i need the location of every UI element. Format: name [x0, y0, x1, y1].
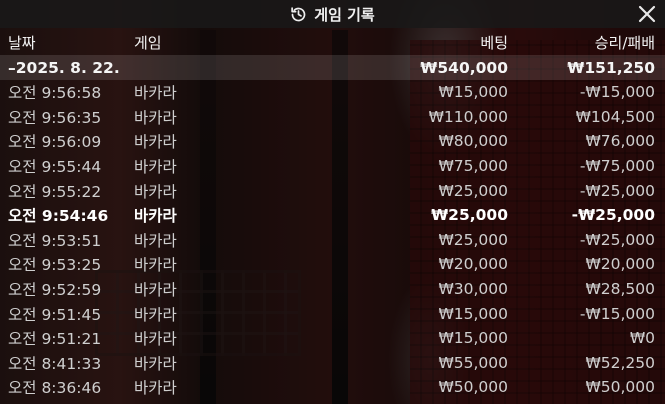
row-time: 오전 9:53:25: [8, 256, 102, 275]
column-header-game[interactable]: 게임: [134, 32, 162, 53]
table-row[interactable]: 오전 8:41:33 바카라 ₩55,000 ₩52,250: [0, 351, 665, 376]
history-table: 날짜 게임 베팅 승리/패배 –2025. 8. 22. ₩540,000 ₩1…: [0, 29, 665, 400]
row-game: 바카라: [134, 305, 177, 324]
row-result: -₩25,000: [571, 206, 655, 225]
row-bet: ₩75,000: [438, 157, 508, 176]
row-bet: ₩50,000: [438, 378, 508, 397]
row-result: ₩104,500: [575, 107, 655, 126]
table-row[interactable]: 오전 9:56:35 바카라 ₩110,000 ₩104,500: [0, 105, 665, 130]
row-result: ₩52,250: [585, 353, 655, 372]
row-time: 오전 9:51:45: [8, 305, 102, 324]
row-game: 바카라: [134, 281, 177, 300]
title-bar: 게임 기록: [0, 0, 665, 28]
row-bet: ₩15,000: [438, 83, 508, 102]
table-row[interactable]: 오전 9:51:45 바카라 ₩15,000 -₩15,000: [0, 301, 665, 326]
row-game: 바카라: [134, 207, 177, 226]
row-game: 바카라: [134, 379, 177, 398]
row-bet: ₩25,000: [431, 206, 508, 225]
table-row[interactable]: 오전 9:56:58 바카라 ₩15,000 -₩15,000: [0, 80, 665, 105]
row-result: ₩0: [629, 329, 655, 348]
row-bet: ₩80,000: [438, 132, 508, 151]
window-title: 게임 기록: [314, 5, 375, 24]
table-row[interactable]: 오전 9:55:44 바카라 ₩75,000 -₩75,000: [0, 154, 665, 179]
row-game: 바카라: [134, 354, 177, 373]
row-game: 바카라: [134, 182, 177, 201]
row-bet: ₩110,000: [428, 107, 508, 126]
row-time: 오전 8:36:46: [8, 379, 102, 398]
row-game: 바카라: [134, 84, 177, 103]
row-time: 오전 9:54:46: [8, 207, 109, 226]
history-icon: [290, 6, 307, 23]
table-row[interactable]: 오전 9:52:59 바카라 ₩30,000 ₩28,500: [0, 277, 665, 302]
row-result: ₩20,000: [585, 255, 655, 274]
row-time: 오전 8:41:33: [8, 354, 102, 373]
row-result: ₩50,000: [585, 378, 655, 397]
row-bet: ₩30,000: [438, 280, 508, 299]
row-result: ₩76,000: [585, 132, 655, 151]
row-time: 오전 9:56:09: [8, 133, 102, 152]
row-game: 바카라: [134, 231, 177, 250]
row-game: 바카라: [134, 158, 177, 177]
close-icon: [638, 5, 656, 23]
row-bet: ₩15,000: [438, 329, 508, 348]
row-game: 바카라: [134, 330, 177, 349]
table-row[interactable]: 오전 9:51:21 바카라 ₩15,000 ₩0: [0, 326, 665, 351]
row-bet: ₩25,000: [438, 230, 508, 249]
table-row[interactable]: 오전 9:56:09 바카라 ₩80,000 ₩76,000: [0, 129, 665, 154]
summary-result-total: ₩151,250: [567, 58, 655, 77]
row-bet: ₩20,000: [438, 255, 508, 274]
row-time: 오전 9:56:35: [8, 108, 102, 127]
row-result: -₩15,000: [579, 304, 655, 323]
table-row[interactable]: 오전 9:54:46 바카라 ₩25,000 -₩25,000: [0, 203, 665, 228]
row-game: 바카라: [134, 133, 177, 152]
summary-bet-total: ₩540,000: [420, 58, 508, 77]
row-bet: ₩15,000: [438, 304, 508, 323]
row-result: -₩25,000: [579, 181, 655, 200]
table-row[interactable]: 오전 9:53:51 바카라 ₩25,000 -₩25,000: [0, 228, 665, 253]
date-summary-row[interactable]: –2025. 8. 22. ₩540,000 ₩151,250: [0, 55, 665, 80]
row-time: 오전 9:51:21: [8, 330, 102, 349]
row-time: 오전 9:55:44: [8, 158, 102, 177]
summary-date: –2025. 8. 22.: [8, 58, 120, 77]
row-game: 바카라: [134, 256, 177, 275]
row-game: 바카라: [134, 108, 177, 127]
row-time: 오전 9:56:58: [8, 84, 102, 103]
column-header-bet[interactable]: 베팅: [480, 32, 508, 53]
table-row[interactable]: 오전 8:36:46 바카라 ₩50,000 ₩50,000: [0, 375, 665, 400]
row-time: 오전 9:53:51: [8, 231, 102, 250]
table-header: 날짜 게임 베팅 승리/패배: [0, 29, 665, 55]
row-result: -₩25,000: [579, 230, 655, 249]
table-row[interactable]: 오전 9:53:25 바카라 ₩20,000 ₩20,000: [0, 252, 665, 277]
row-result: -₩75,000: [579, 157, 655, 176]
column-header-result[interactable]: 승리/패배: [595, 32, 655, 53]
row-result: ₩28,500: [585, 280, 655, 299]
close-button[interactable]: [637, 4, 657, 24]
row-time: 오전 9:55:22: [8, 182, 102, 201]
row-time: 오전 9:52:59: [8, 281, 102, 300]
row-result: -₩15,000: [579, 83, 655, 102]
title-group: 게임 기록: [290, 4, 375, 25]
row-bet: ₩55,000: [438, 353, 508, 372]
column-header-date[interactable]: 날짜: [8, 32, 36, 53]
table-row[interactable]: 오전 9:55:22 바카라 ₩25,000 -₩25,000: [0, 178, 665, 203]
row-bet: ₩25,000: [438, 181, 508, 200]
